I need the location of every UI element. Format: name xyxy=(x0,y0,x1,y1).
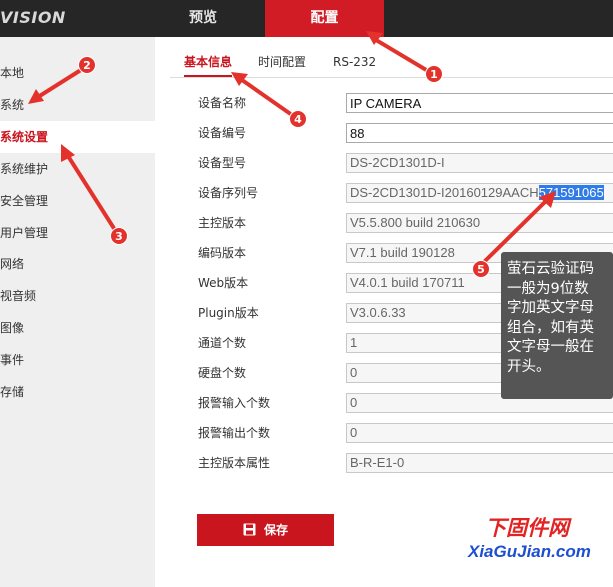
callout-line: 字加英文字母 xyxy=(507,300,594,317)
label-device-model: 设备型号 xyxy=(198,156,247,170)
brand-logo: VISION xyxy=(0,8,66,27)
sidebar-item-system[interactable]: 系统 xyxy=(0,89,155,121)
alarm-output-count-field: 0 xyxy=(346,423,613,443)
save-button[interactable]: 保存 xyxy=(197,514,334,546)
watermark-en: XiaGuJian.com xyxy=(468,542,591,561)
top-bar: VISION 预览 配置 xyxy=(0,0,613,37)
save-button-label: 保存 xyxy=(263,523,288,537)
label-encoding-version: 编码版本 xyxy=(198,246,247,260)
annotation-badge-5: 5 xyxy=(472,260,490,278)
serial-number-prefix: DS-2CD1301D-I20160129AACH xyxy=(350,185,539,200)
label-channel-count: 通道个数 xyxy=(198,336,247,350)
label-alarm-input-count: 报警输入个数 xyxy=(198,396,271,410)
main-firmware-field: V5.5.800 build 210630 xyxy=(346,213,613,233)
serial-number-field[interactable]: DS-2CD1301D-I20160129AACH571591065 xyxy=(346,183,613,203)
tab-bar: 基本信息 时间配置 RS-232 xyxy=(170,48,613,78)
label-plugin-version: Plugin版本 xyxy=(198,306,259,320)
sidebar-item-system-maintenance[interactable]: 系统维护 xyxy=(0,153,155,185)
sidebar-item-video-audio[interactable]: 视音频 xyxy=(0,280,155,312)
sidebar: 本地 系统 系统设置 系统维护 安全管理 用户管理 网络 视音频 图像 事件 存… xyxy=(0,37,155,587)
sidebar-item-image[interactable]: 图像 xyxy=(0,312,155,344)
device-name-input[interactable] xyxy=(346,93,613,113)
callout-line: 开头。 xyxy=(507,358,551,375)
label-firmware-attribute: 主控版本属性 xyxy=(198,456,271,470)
firmware-attribute-field: B-R-E1-0 xyxy=(346,453,613,473)
annotation-badge-3: 3 xyxy=(110,227,128,245)
sidebar-item-storage[interactable]: 存储 xyxy=(0,376,155,408)
label-main-firmware: 主控版本 xyxy=(198,216,247,230)
sidebar-item-security[interactable]: 安全管理 xyxy=(0,185,155,217)
sidebar-item-system-settings[interactable]: 系统设置 xyxy=(0,121,155,153)
annotation-badge-1: 1 xyxy=(425,65,443,83)
tab-rs232[interactable]: RS-232 xyxy=(333,48,376,77)
tab-time-settings[interactable]: 时间配置 xyxy=(258,48,306,77)
nav-preview[interactable]: 预览 xyxy=(142,0,264,37)
device-model-field: DS-2CD1301D-I xyxy=(346,153,613,173)
annotation-callout: 萤石云验证码 一般为9位数 字加英文字母 组合，如有英 文字母一般在 开头。 xyxy=(501,252,613,399)
label-alarm-output-count: 报警输出个数 xyxy=(198,426,271,440)
watermark: 下固件网 XiaGuJian.com xyxy=(468,512,613,587)
tab-basic-info[interactable]: 基本信息 xyxy=(184,48,233,77)
serial-number-selected-code: 571591065 xyxy=(538,185,604,200)
callout-line: 萤石云验证码 xyxy=(507,261,594,277)
nav-config[interactable]: 配置 xyxy=(265,0,384,37)
annotation-badge-2: 2 xyxy=(78,56,96,74)
annotation-badge-4: 4 xyxy=(289,110,307,128)
label-hdd-count: 硬盘个数 xyxy=(198,366,247,380)
label-device-name: 设备名称 xyxy=(198,96,247,110)
floppy-disk-icon xyxy=(243,523,256,536)
arrow-4-shaft xyxy=(240,78,294,117)
label-web-version: Web版本 xyxy=(198,276,249,290)
callout-line: 一般为9位数 xyxy=(507,280,589,297)
sidebar-item-users[interactable]: 用户管理 xyxy=(0,217,155,249)
callout-line: 文字母一般在 xyxy=(507,339,594,356)
watermark-cn: 下固件网 xyxy=(485,515,569,540)
sidebar-item-network[interactable]: 网络 xyxy=(0,248,155,280)
label-device-number: 设备编号 xyxy=(198,126,247,140)
label-serial-number: 设备序列号 xyxy=(198,186,259,200)
device-number-input[interactable] xyxy=(346,123,613,143)
sidebar-item-event[interactable]: 事件 xyxy=(0,344,155,376)
callout-line: 组合，如有英 xyxy=(507,319,594,336)
